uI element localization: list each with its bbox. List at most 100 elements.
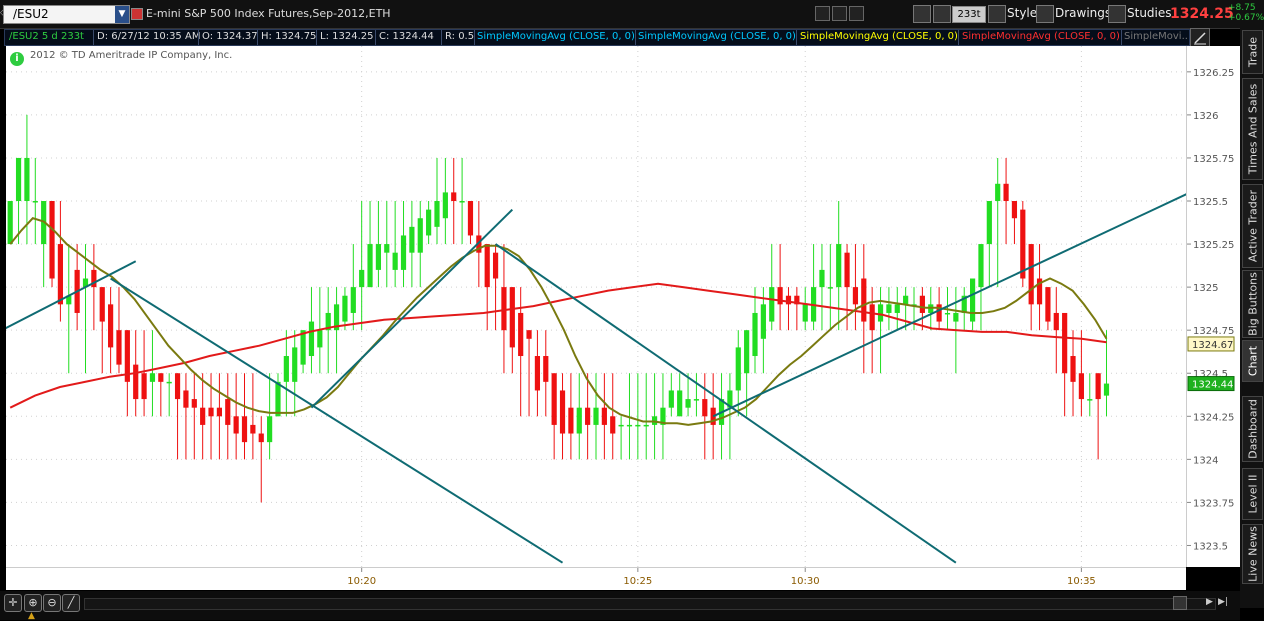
candle-up <box>668 390 674 408</box>
zoom-out-icon[interactable]: ⊖ <box>43 594 61 612</box>
candle-down <box>191 399 197 408</box>
study-label-5[interactable]: SimpleMovi... <box>1124 31 1189 42</box>
candle-up <box>836 244 842 288</box>
price-tick-label: 1324.75 <box>1193 326 1234 337</box>
study-label-4[interactable]: SimpleMovingAvg (CLOSE, 0, 0) <box>962 31 1120 42</box>
symbol-selector[interactable]: /ESU2 ▼ <box>3 5 130 24</box>
study-label-2[interactable]: SimpleMovingAvg (CLOSE, 0, 0) <box>638 31 796 42</box>
price-tick-label: 1324 <box>1193 455 1218 466</box>
scroll-end-icon[interactable]: ▶| <box>1218 597 1228 607</box>
candle-down <box>1003 183 1009 202</box>
studies-menu[interactable]: Studies <box>1127 4 1172 23</box>
candle-down <box>1011 201 1018 219</box>
candle-down <box>785 295 792 305</box>
infobar-low: L: 1324.25 <box>320 31 374 42</box>
window-toolbar: ◇ /ESU2 ▼ E-mini S&P 500 Index Futures,S… <box>0 0 1264 29</box>
candle-down <box>1062 312 1068 374</box>
candle-down <box>451 192 457 202</box>
candle-up <box>400 235 407 270</box>
chart-settings-icon[interactable] <box>1190 28 1210 48</box>
scroll-thumb[interactable] <box>1173 596 1187 610</box>
price-tick-label: 1326.25 <box>1193 68 1234 79</box>
tab-live-news[interactable]: Live News <box>1242 524 1263 584</box>
tab-dashboard[interactable]: Dashboard <box>1242 396 1263 462</box>
candle-down <box>108 304 114 348</box>
tab-level-ii[interactable]: Level II <box>1242 468 1263 520</box>
candle-down <box>601 407 607 425</box>
color-link-icon[interactable] <box>131 8 143 20</box>
restore-icon[interactable] <box>832 6 847 21</box>
price-tick-label: 1325.5 <box>1193 197 1228 208</box>
study-label-1[interactable]: SimpleMovingAvg (CLOSE, 0, 0) <box>477 31 635 42</box>
candle-up <box>886 304 892 313</box>
candle-up <box>953 312 959 322</box>
close-icon[interactable] <box>849 6 864 21</box>
trendline <box>1 260 137 332</box>
tab-trade[interactable]: Trade <box>1242 30 1263 74</box>
candle-up <box>392 252 398 270</box>
chevron-down-icon[interactable]: ▼ <box>115 6 129 23</box>
aggregation-badge[interactable]: 233t <box>952 6 986 23</box>
symbol-input[interactable]: /ESU2 <box>13 7 49 21</box>
candle-down <box>518 312 524 357</box>
candle-up <box>350 287 356 313</box>
infobar-symbol: /ESU2 5 d 233t <box>9 31 84 42</box>
price-axis[interactable]: 1326.25 1326 1325.75 1325.5 1325.25 1325 1324.… <box>1186 46 1241 567</box>
candle-up <box>300 330 306 365</box>
tab-chart[interactable]: Chart <box>1242 340 1263 382</box>
candle-up <box>643 424 649 427</box>
candle-down <box>568 407 574 434</box>
style-menu[interactable]: Style <box>1007 4 1037 23</box>
candle-up <box>24 157 30 202</box>
info-icon[interactable]: i <box>10 52 24 66</box>
candle-down <box>861 278 867 322</box>
time-tick-label: 10:35 <box>1067 576 1096 587</box>
candle-down <box>585 407 591 425</box>
maximize-icon[interactable] <box>815 6 830 21</box>
candle-up <box>752 312 758 357</box>
candle-up <box>819 269 825 288</box>
candle-up <box>267 416 273 443</box>
study-info-bar: /ESU2 5 d 233t D: 6/27/12 10:35 AM O: 13… <box>4 29 1190 46</box>
candle-up <box>677 390 683 417</box>
drawing-tools-icon[interactable] <box>933 5 951 23</box>
scroll-right-icon[interactable]: ▶ <box>1206 597 1213 607</box>
candle-up <box>978 244 984 288</box>
tools-icon[interactable] <box>913 5 931 23</box>
price-tick-label: 1325.75 <box>1193 154 1234 165</box>
candle-up <box>576 407 582 434</box>
candle-up <box>417 218 423 253</box>
tab-times-and-sales[interactable]: Times And Sales <box>1242 78 1263 180</box>
candle-down <box>141 373 147 400</box>
pencil-icon[interactable] <box>1036 5 1054 23</box>
candle-up <box>283 356 289 382</box>
price-tick-label: 1325 <box>1193 283 1218 294</box>
candle-down <box>174 373 181 400</box>
draw-line-icon[interactable]: ╱ <box>62 594 80 612</box>
candle-down <box>200 407 206 425</box>
net-change: +8.75 <box>1228 3 1256 13</box>
candle-down <box>1070 356 1076 382</box>
horizontal-scrollbar[interactable] <box>84 598 1216 610</box>
study-label-3[interactable]: SimpleMovingAvg (CLOSE, 0, 0) <box>800 31 958 42</box>
flask-icon[interactable] <box>1108 5 1126 23</box>
price-chart[interactable] <box>1 46 1191 567</box>
infobar-range: R: 0.5 <box>445 31 475 42</box>
time-axis[interactable]: 10:20 10:25 10:30 10:35 <box>6 567 1186 590</box>
tab-active-trader[interactable]: Active Trader <box>1242 184 1263 268</box>
price-marker-label: 1324.44 <box>1192 380 1233 391</box>
drawings-menu[interactable]: Drawings <box>1055 4 1111 23</box>
candle-down <box>183 390 189 408</box>
style-icon[interactable] <box>988 5 1006 23</box>
candle-down <box>57 244 63 305</box>
candle-down <box>258 433 264 443</box>
candle-down <box>1078 373 1084 400</box>
tab-big-buttons[interactable]: Big Buttons <box>1242 270 1263 338</box>
diagonal-line-icon <box>1194 32 1206 45</box>
candle-up <box>735 347 741 391</box>
zoom-in-icon[interactable]: ⊕ <box>24 594 42 612</box>
chart-plot-area[interactable] <box>1 46 1191 567</box>
crosshair-icon[interactable]: ✛ <box>4 594 22 612</box>
candle-down <box>1045 287 1051 322</box>
candle-up <box>760 304 766 339</box>
